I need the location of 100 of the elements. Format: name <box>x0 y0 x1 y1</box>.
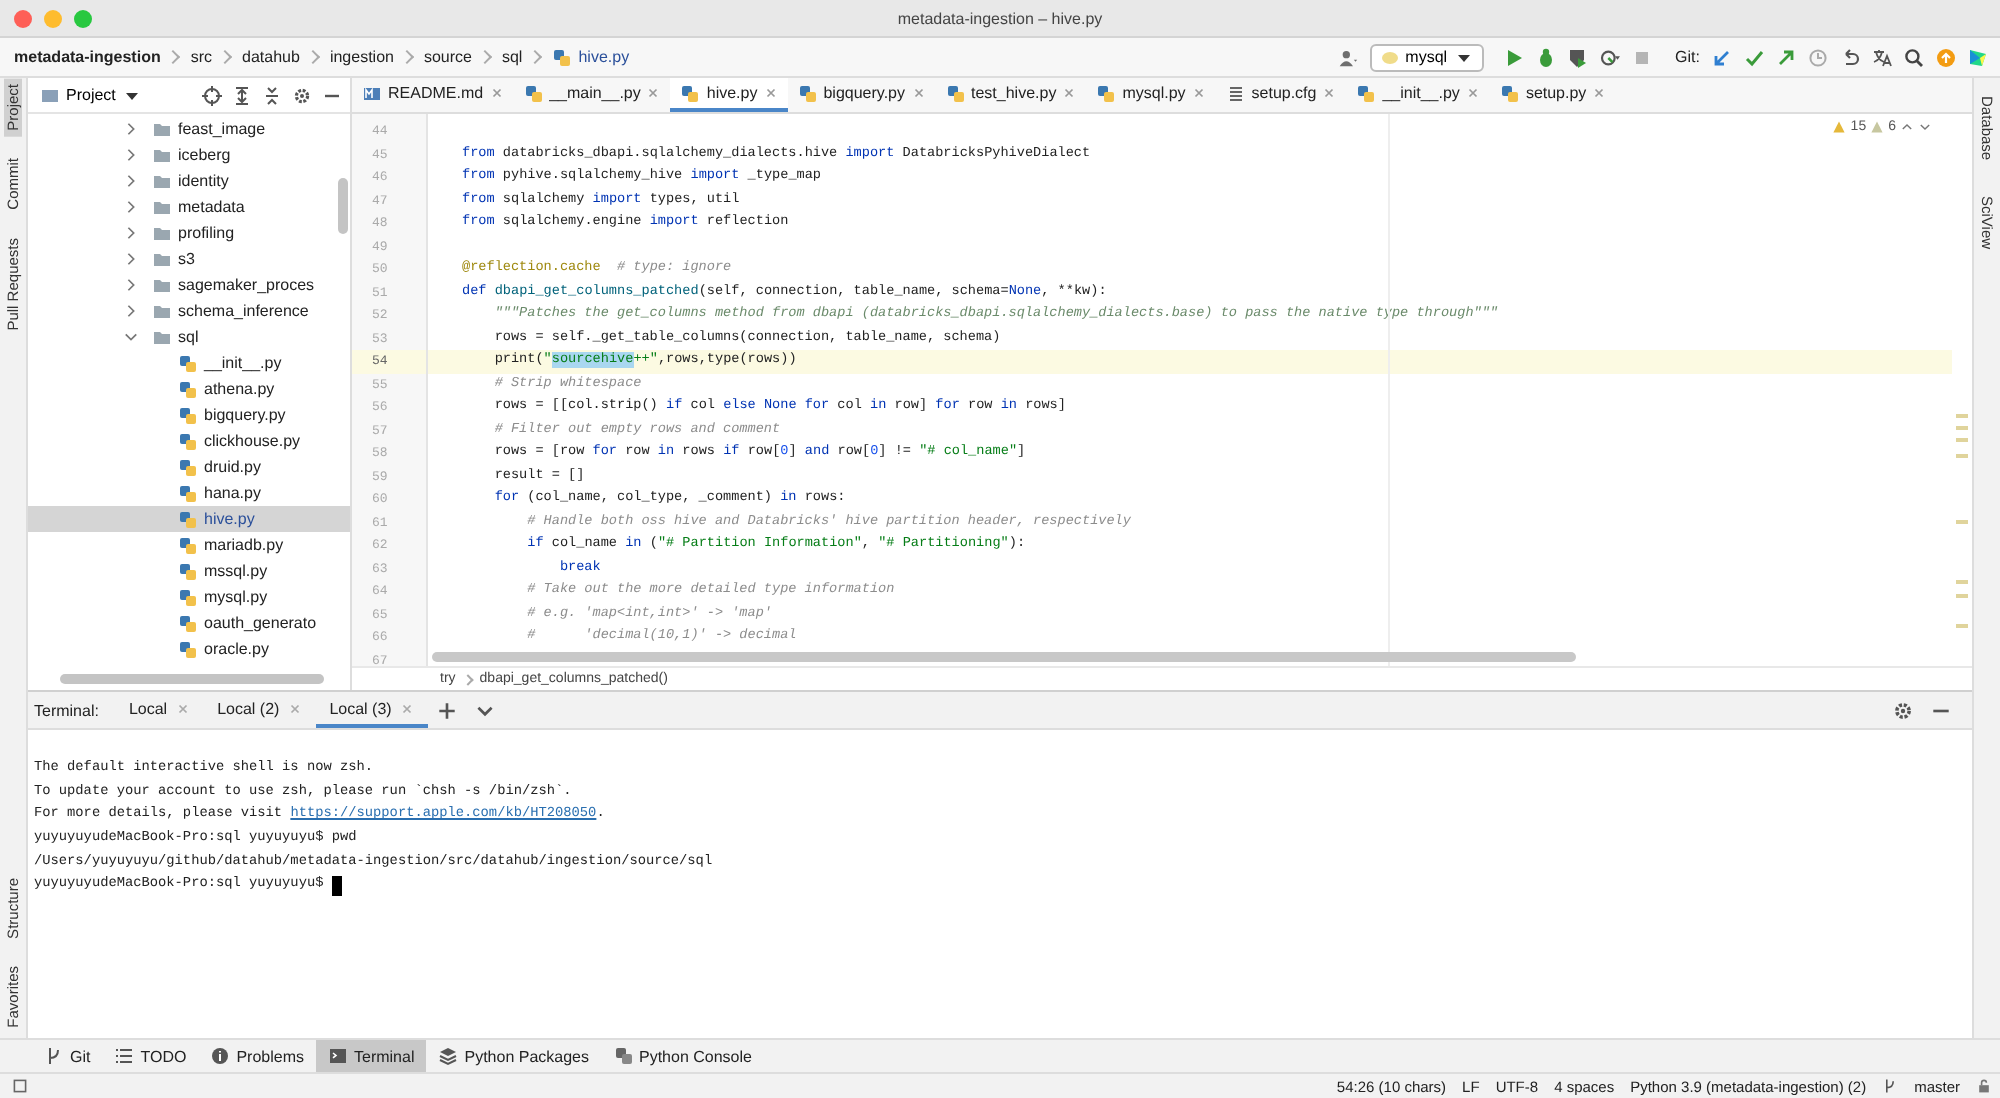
tree-item[interactable]: sql <box>28 324 350 350</box>
terminal-tab[interactable]: Local (3) <box>315 692 428 728</box>
tree-item[interactable]: mariadb.py <box>28 532 350 558</box>
push-arrow-icon[interactable] <box>1776 47 1796 67</box>
caret-down-icon[interactable] <box>1918 120 1932 134</box>
tree-item[interactable]: oracle.py <box>28 636 350 662</box>
layout-toggle-icon[interactable] <box>12 1078 28 1094</box>
tab-label: README.md <box>388 84 484 102</box>
tree-item[interactable]: athena.py <box>28 376 350 402</box>
tree-item[interactable]: identity <box>28 168 350 194</box>
close-icon[interactable] <box>175 701 190 715</box>
editor-tab[interactable]: __main__.py <box>513 78 671 112</box>
update-arrow-icon[interactable] <box>1712 47 1732 67</box>
close-icon[interactable] <box>1322 86 1337 100</box>
editor-tab[interactable]: hive.py <box>670 78 788 112</box>
editor-tab[interactable]: setup.py <box>1489 78 1617 112</box>
tree-item[interactable]: druid.py <box>28 454 350 480</box>
tree-item[interactable]: bigquery.py <box>28 402 350 428</box>
history-icon[interactable] <box>1808 47 1828 67</box>
settings-icon[interactable] <box>1892 699 1914 721</box>
breadcrumb[interactable]: sql <box>501 48 523 66</box>
tree-item[interactable]: oauth_generato <box>28 610 350 636</box>
settings-icon[interactable] <box>292 85 312 105</box>
tool-window-button[interactable]: Problems <box>198 1040 316 1072</box>
app-logo-icon[interactable] <box>1968 47 1988 67</box>
editor-tab[interactable]: README.md <box>352 78 514 112</box>
coverage-icon[interactable] <box>1567 47 1588 67</box>
close-icon[interactable] <box>1062 86 1077 100</box>
tree-item[interactable]: iceberg <box>28 142 350 168</box>
breadcrumb[interactable]: ingestion <box>329 48 394 66</box>
collapse-all-icon[interactable] <box>262 85 282 105</box>
breadcrumb[interactable]: hive.py <box>578 48 630 66</box>
chevron-down-icon[interactable] <box>124 330 138 344</box>
add-icon[interactable] <box>435 699 458 721</box>
scrollbar-thumb[interactable] <box>432 652 1576 662</box>
update-badge-icon[interactable] <box>1936 47 1956 67</box>
tool-window-button[interactable]: Terminal <box>316 1040 427 1072</box>
chevron-right-icon[interactable] <box>124 252 138 266</box>
profile-icon[interactable] <box>1599 47 1620 67</box>
scrollbar-thumb[interactable] <box>60 674 324 684</box>
python-file-icon <box>797 83 818 103</box>
editor-tab[interactable]: bigquery.py <box>787 78 935 112</box>
translate-icon[interactable] <box>1872 47 1892 67</box>
editor-tab[interactable]: test_hive.py <box>935 78 1087 112</box>
tree-item[interactable]: mysql.py <box>28 584 350 610</box>
tree-item[interactable]: profiling <box>28 220 350 246</box>
lock-icon[interactable] <box>1976 1078 1992 1094</box>
breadcrumb[interactable]: source <box>423 48 472 66</box>
project-view-dropdown[interactable]: Project <box>40 85 142 105</box>
terminal-tab[interactable]: Local <box>114 692 204 728</box>
debug-icon[interactable] <box>1535 47 1556 67</box>
tree-item[interactable]: hive.py <box>28 506 350 532</box>
close-icon[interactable] <box>646 86 661 100</box>
tool-window-button[interactable]: Git <box>32 1040 103 1072</box>
chevron-right-icon[interactable] <box>124 174 138 188</box>
tree-item[interactable]: hana.py <box>28 480 350 506</box>
tree-item[interactable]: feast_image <box>28 116 350 142</box>
tree-item[interactable]: sagemaker_proces <box>28 272 350 298</box>
close-icon[interactable] <box>399 701 414 715</box>
close-icon[interactable] <box>1592 86 1607 100</box>
tree-item[interactable]: mssql.py <box>28 558 350 584</box>
chevron-right-icon[interactable] <box>124 278 138 292</box>
chevron-right-icon[interactable] <box>124 200 138 214</box>
tree-item[interactable]: s3 <box>28 246 350 272</box>
close-icon[interactable] <box>763 86 778 100</box>
close-icon[interactable] <box>1191 86 1206 100</box>
terminal-tab[interactable]: Local (2) <box>203 692 316 728</box>
check-icon[interactable] <box>1744 47 1764 67</box>
run-icon[interactable] <box>1503 47 1524 67</box>
chevron-right-icon[interactable] <box>124 304 138 318</box>
breadcrumb[interactable]: datahub <box>242 48 300 66</box>
run-configuration-dropdown[interactable]: mysql <box>1369 43 1484 71</box>
close-icon[interactable] <box>911 86 925 100</box>
tree-item[interactable]: __init__.py <box>28 350 350 376</box>
breadcrumb[interactable]: metadata-ingestion <box>14 48 161 66</box>
chevron-right-icon[interactable] <box>124 226 138 240</box>
user-icon[interactable] <box>1337 47 1358 67</box>
close-icon[interactable] <box>489 86 504 100</box>
chevron-right-icon[interactable] <box>124 122 138 136</box>
expand-all-icon[interactable] <box>232 85 252 105</box>
editor-tab[interactable]: mysql.py <box>1086 78 1216 112</box>
tool-window-button[interactable]: Python Console <box>601 1040 764 1072</box>
breadcrumb[interactable]: src <box>190 48 213 66</box>
tool-window-button[interactable]: TODO <box>102 1040 199 1072</box>
editor-tab[interactable]: __init__.py <box>1346 78 1490 112</box>
tree-item[interactable]: schema_inference <box>28 298 350 324</box>
caret-up-icon[interactable] <box>1900 120 1914 134</box>
chevron-right-icon[interactable] <box>124 148 138 162</box>
tree-item[interactable]: metadata <box>28 194 350 220</box>
tab-label: __init__.py <box>1382 84 1460 102</box>
editor-tab[interactable]: setup.cfg <box>1215 78 1347 112</box>
search-icon[interactable] <box>1904 47 1924 67</box>
undo-icon[interactable] <box>1840 47 1860 67</box>
tool-window-button[interactable]: Python Packages <box>426 1040 601 1072</box>
close-button[interactable] <box>14 9 32 27</box>
scrollbar-thumb[interactable] <box>338 178 348 234</box>
close-icon[interactable] <box>287 701 302 715</box>
locate-icon[interactable] <box>202 85 222 105</box>
close-icon[interactable] <box>1465 86 1480 100</box>
tree-item[interactable]: clickhouse.py <box>28 428 350 454</box>
